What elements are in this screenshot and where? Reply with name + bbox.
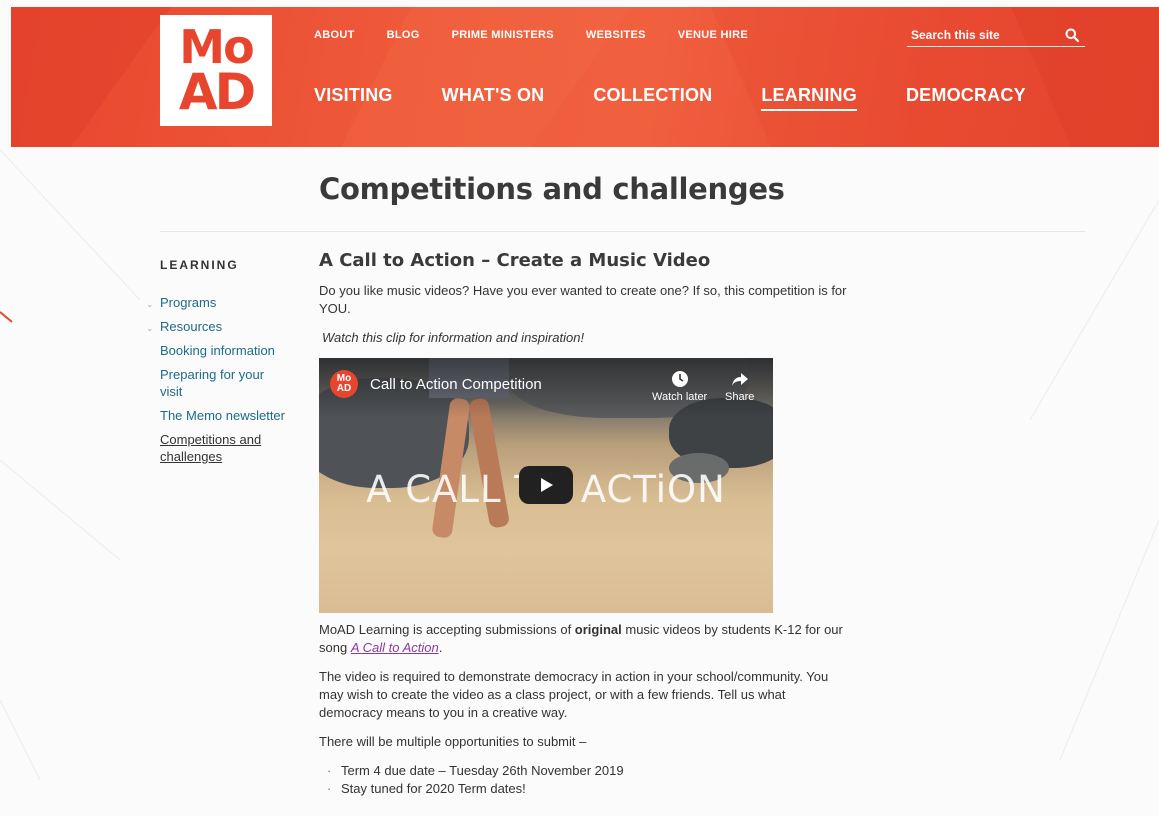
chevron-down-icon: ⌄ (146, 323, 154, 333)
list-item: Stay tuned for 2020 Term dates! (319, 780, 849, 798)
sidebar-item-programs[interactable]: ⌄ Programs (146, 294, 286, 311)
submissions-paragraph: MoAD Learning is accepting submissions o… (319, 622, 843, 655)
util-nav-websites[interactable]: WEBSITES (586, 29, 646, 41)
song-link[interactable]: A Call to Action (351, 640, 439, 655)
main-nav-democracy[interactable]: DEMOCRACY (906, 85, 1026, 111)
main-nav: VISITING WHAT'S ON COLLECTION LEARNING D… (314, 85, 1075, 111)
play-icon (541, 478, 553, 492)
util-nav-about[interactable]: ABOUT (314, 29, 355, 41)
main-nav-visiting[interactable]: VISITING (314, 85, 393, 111)
sidebar-item-preparing-visit[interactable]: Preparing for your visit (146, 366, 286, 400)
sidebar: LEARNING ⌄ Programs ⌄ Resources Booking … (146, 258, 286, 472)
requirement-paragraph: The video is required to demonstrate dem… (319, 669, 829, 720)
sidebar-item-label: Programs (160, 295, 217, 310)
main-nav-learning[interactable]: LEARNING (761, 85, 857, 111)
page-title: Competitions and challenges (319, 172, 785, 206)
site-header: Mo AD ABOUT BLOG PRIME MINISTERS WEBSITE… (11, 7, 1159, 147)
video-title[interactable]: Call to Action Competition (370, 376, 542, 393)
share-icon (731, 373, 748, 386)
article-content: A Call to Action – Create a Music Video … (319, 250, 849, 798)
search-box (907, 26, 1085, 47)
title-divider (160, 231, 1085, 232)
util-nav-venue-hire[interactable]: VENUE HIRE (678, 29, 748, 41)
chevron-down-icon: ⌄ (146, 299, 154, 309)
sidebar-item-competitions[interactable]: Competitions and challenges (146, 431, 286, 465)
article-heading: A Call to Action – Create a Music Video (319, 250, 711, 271)
watch-note: Watch this clip for information and insp… (322, 330, 585, 345)
dates-list: Term 4 due date – Tuesday 26th November … (319, 762, 849, 798)
play-button[interactable] (519, 466, 573, 504)
sidebar-item-booking-information[interactable]: Booking information (146, 342, 286, 359)
search-icon[interactable] (1065, 28, 1079, 42)
search-input[interactable] (907, 26, 1061, 44)
sidebar-heading: LEARNING (160, 258, 239, 272)
main-nav-collection[interactable]: COLLECTION (593, 85, 712, 111)
sidebar-item-resources[interactable]: ⌄ Resources (146, 318, 286, 335)
sidebar-item-memo-newsletter[interactable]: The Memo newsletter (146, 407, 286, 424)
clock-icon (671, 371, 688, 387)
main-nav-whats-on[interactable]: WHAT'S ON (442, 85, 545, 111)
video-player[interactable]: Mo AD Call to Action Competition Watch l… (319, 358, 773, 613)
util-nav-blog[interactable]: BLOG (387, 29, 420, 41)
opportunities-paragraph: There will be multiple opportunities to … (319, 734, 587, 749)
utility-nav: ABOUT BLOG PRIME MINISTERS WEBSITES VENU… (314, 29, 780, 41)
sidebar-item-label: Resources (160, 319, 223, 334)
watch-later-button[interactable]: Watch later (652, 370, 707, 403)
channel-avatar[interactable]: Mo AD (330, 370, 358, 398)
article-intro: Do you like music videos? Have you ever … (319, 283, 847, 316)
list-item: Term 4 due date – Tuesday 26th November … (319, 762, 849, 780)
moad-logo[interactable]: Mo AD (160, 15, 272, 126)
util-nav-prime-ministers[interactable]: PRIME MINISTERS (452, 29, 554, 41)
share-button[interactable]: Share (725, 370, 754, 403)
